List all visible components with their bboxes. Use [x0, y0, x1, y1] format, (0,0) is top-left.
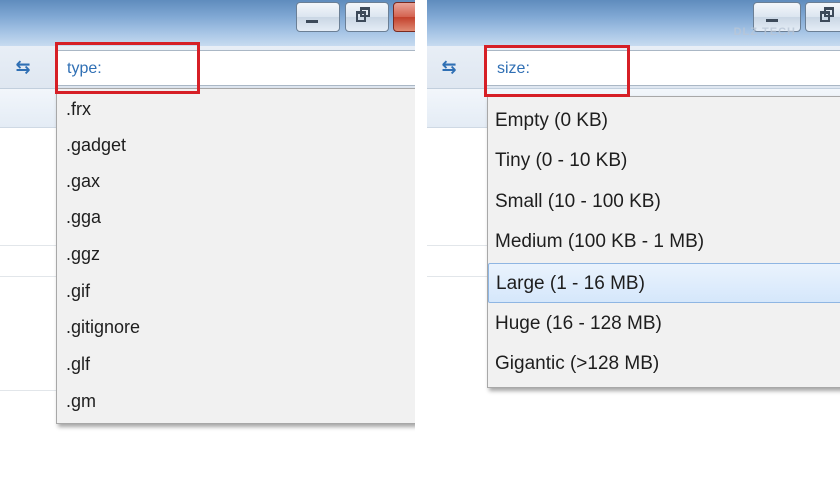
- refresh-button[interactable]: ⇆: [436, 54, 462, 80]
- type-suggestions-dropdown: .frx .gadget .gax .gga .ggz .gif .gitign…: [56, 88, 415, 424]
- dropdown-item[interactable]: .glf: [57, 346, 415, 382]
- dropdown-item[interactable]: Empty (0 KB): [488, 101, 840, 141]
- dropdown-item[interactable]: .gga: [57, 199, 415, 235]
- close-button[interactable]: [393, 2, 415, 32]
- size-suggestions-dropdown: Empty (0 KB) Tiny (0 - 10 KB) Small (10 …: [487, 96, 840, 388]
- address-toolbar: ⇆ type:: [0, 46, 415, 89]
- maximize-icon: [356, 7, 370, 22]
- search-filter-token: size:: [497, 60, 530, 77]
- dropdown-item[interactable]: .gitignore: [57, 309, 415, 345]
- refresh-icon: ⇆: [441, 56, 457, 77]
- watermark-logo: DLZ TECH: [733, 26, 796, 38]
- maximize-button[interactable]: [345, 2, 389, 32]
- dropdown-item[interactable]: .ggz: [57, 236, 415, 272]
- dropdown-item[interactable]: Small (10 - 100 KB): [488, 182, 840, 222]
- dropdown-item[interactable]: Medium (100 KB - 1 MB): [488, 222, 840, 262]
- minimize-icon: [766, 19, 778, 22]
- maximize-button[interactable]: [805, 2, 840, 32]
- search-input[interactable]: size:: [484, 50, 840, 86]
- refresh-icon: ⇆: [15, 56, 31, 77]
- panel-separator: [415, 0, 427, 500]
- dropdown-item[interactable]: .frx: [57, 91, 415, 127]
- address-toolbar: ⇆ size:: [427, 46, 840, 89]
- dropdown-item[interactable]: .gadget: [57, 127, 415, 163]
- window-titlebar: DLZ TECH: [427, 0, 840, 46]
- dropdown-item[interactable]: Gigantic (>128 MB): [488, 344, 840, 384]
- dropdown-item[interactable]: Tiny (0 - 10 KB): [488, 141, 840, 181]
- left-screenshot-panel: ⇆ type: .frx .gadget .gax .gga .ggz .gif…: [0, 0, 415, 500]
- search-filter-token: type:: [67, 60, 102, 77]
- dropdown-item[interactable]: Huge (16 - 128 MB): [488, 304, 840, 344]
- window-titlebar: [0, 0, 415, 46]
- dropdown-item[interactable]: .gm: [57, 383, 415, 419]
- minimize-button[interactable]: [296, 2, 340, 32]
- right-screenshot-panel: DLZ TECH ⇆ size: Empty (0 KB) Tiny (0 - …: [427, 0, 840, 500]
- minimize-icon: [306, 20, 318, 23]
- maximize-icon: [820, 7, 834, 22]
- dropdown-item-selected[interactable]: Large (1 - 16 MB): [488, 263, 840, 303]
- refresh-button[interactable]: ⇆: [10, 54, 36, 80]
- dropdown-item[interactable]: .gif: [57, 273, 415, 309]
- dropdown-item[interactable]: .gax: [57, 163, 415, 199]
- search-input[interactable]: type:: [56, 50, 415, 86]
